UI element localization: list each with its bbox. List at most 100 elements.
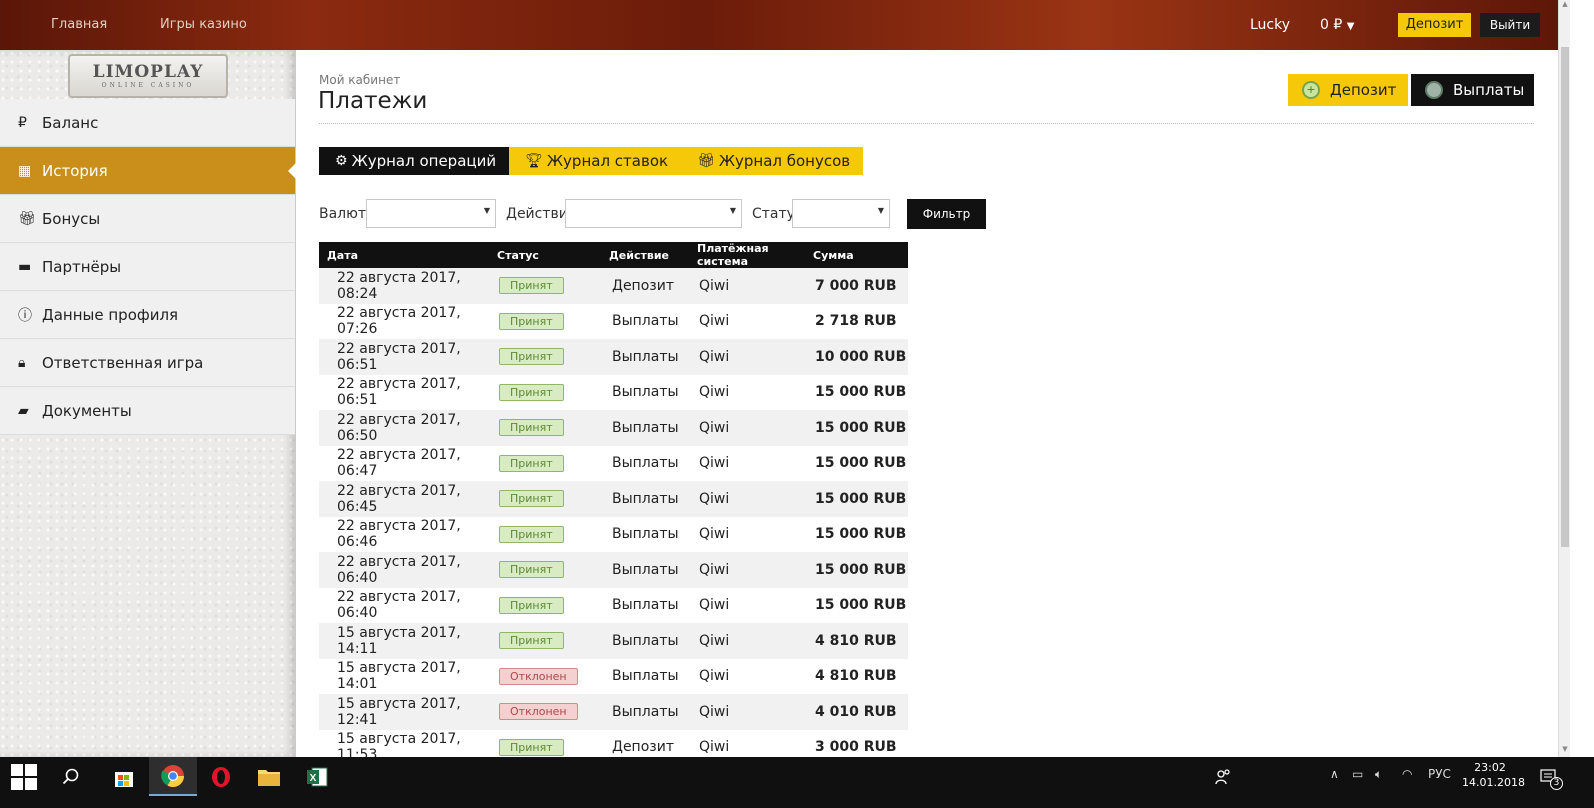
svg-text:X: X [310,773,317,784]
cell-payment-system: Qiwi [689,445,805,481]
top-deposit-button[interactable]: Депозит [1398,13,1471,37]
excel-icon[interactable]: X [293,757,341,796]
tab-label: Журнал ставок [546,152,669,170]
column-header-date[interactable]: Дата [319,242,489,268]
cell-amount: 15 000 RUB [805,374,908,410]
table-row: 22 августа 2017, 06:40 Принят Выплаты Qiwi 1… [319,587,908,623]
column-header-action[interactable]: Действие [601,242,689,268]
payout-button[interactable]: Выплаты [1411,74,1534,106]
battery-icon[interactable]: ▭ [1352,767,1363,781]
nav-casino-games-link[interactable]: Игры казино [160,17,247,32]
scrollbar-thumb[interactable] [1561,47,1569,547]
cell-status: Принят [489,587,601,623]
page-title: Платежи [318,88,428,114]
folder-icon: ▰ [18,402,29,419]
page-scrollbar[interactable]: ▲ ▼ [1558,0,1570,757]
logo-title: LIMOPLAY [92,62,204,82]
language-indicator[interactable]: РУС [1428,767,1451,781]
sidebar-item-label: Бонусы [42,209,101,228]
plus-coin-icon: + [1302,81,1320,99]
status-badge: Принят [499,490,564,508]
table-row: 22 августа 2017, 06:40 Принят Выплаты Qiwi 1… [319,552,908,588]
chevron-down-icon: ▼ [483,206,490,215]
balance-dropdown[interactable]: 0 ₽ ▼ [1320,17,1354,33]
cell-date: 15 августа 2017, 14:01 [319,658,489,694]
tab-bets[interactable]: 🏆︎ Журнал ставок [509,147,682,175]
file-explorer-icon[interactable] [245,757,293,796]
column-header-amount[interactable]: Сумма [805,242,908,268]
search-icon[interactable] [56,757,86,796]
deposit-button[interactable]: + Депозит [1288,74,1408,106]
column-header-status[interactable]: Статус [489,242,601,268]
chevron-up-icon[interactable]: ∧ [1330,767,1339,781]
cell-amount: 10 000 RUB [805,339,908,375]
cell-date: 22 августа 2017, 06:40 [319,552,489,588]
cell-payment-system: Qiwi [689,694,805,730]
window-edge [1570,0,1594,757]
username[interactable]: Lucky [1250,17,1290,33]
breadcrumb[interactable]: Мой кабинет [319,73,400,87]
notification-count: 3 [1550,777,1563,790]
chrome-icon[interactable] [149,757,197,796]
cell-amount: 4 010 RUB [805,694,908,730]
cell-date: 22 августа 2017, 06:40 [319,587,489,623]
cell-date: 15 августа 2017, 12:41 [319,694,489,730]
windows-start-icon[interactable] [10,757,38,796]
clock-date: 14.01.2018 [1462,776,1525,789]
cell-status: Принят [489,339,601,375]
table-row: 22 августа 2017, 08:24 Принят Депозит Qiwi 7… [319,268,908,304]
sidebar-item-documents[interactable]: ▰ Документы [0,387,295,435]
sidebar-item-profile[interactable]: ⓘ Данные профиля [0,291,295,339]
table-row: 15 августа 2017, 12:41 Отклонен Выплаты Qiw… [319,694,908,730]
logout-button[interactable]: Выйти [1480,13,1540,37]
cell-date: 22 августа 2017, 06:47 [319,445,489,481]
people-icon[interactable] [1210,757,1236,796]
coins-icon [1425,81,1443,99]
column-header-system[interactable]: Платёжная система [689,242,805,268]
gear-icon: ⚙ [335,153,348,169]
volume-icon[interactable]: 🔈︎ [1375,767,1382,782]
filter-button[interactable]: Фильтр [907,199,986,229]
windows-taskbar: X ∧ ▭ 🔈︎ ◠ РУС 23:02 14.01.2018 3 [0,757,1594,808]
payments-table: Дата Статус Действие Платёжная система С… [319,242,908,765]
sidebar-item-partners[interactable]: ▬ Партнёры [0,243,295,291]
table-row: 22 августа 2017, 06:51 Принят Выплаты Qiwi 1… [319,374,908,410]
cell-date: 22 августа 2017, 06:51 [319,339,489,375]
sidebar-item-bonuses[interactable]: 🎁︎ Бонусы [0,195,295,243]
cell-status: Принят [489,481,601,517]
nav-home-link[interactable]: Главная [51,17,107,32]
tab-operations[interactable]: ⚙ Журнал операций [319,147,510,175]
store-icon[interactable] [100,757,148,796]
currency-select[interactable]: ▼ [366,199,496,228]
status-badge: Принят [499,596,564,614]
table-header-row: Дата Статус Действие Платёжная система С… [319,242,908,268]
limoplay-logo[interactable]: LIMOPLAY ONLINE CASINO [68,54,228,98]
logo-subtitle: ONLINE CASINO [101,82,195,89]
sidebar-item-balance[interactable]: ₽ Баланс [0,99,295,147]
status-select[interactable]: ▼ [792,199,890,228]
cell-status: Принят [489,410,601,446]
tab-bonuses[interactable]: 🎁︎ Журнал бонусов [681,147,864,175]
cell-amount: 4 810 RUB [805,623,908,659]
notifications-icon[interactable]: 3 [1538,757,1563,796]
calendar-icon: ▦ [18,162,32,179]
table-row: 22 августа 2017, 06:46 Принят Выплаты Qiwi 1… [319,516,908,552]
action-select[interactable]: ▼ [565,199,742,228]
wifi-icon[interactable]: ◠ [1402,767,1412,781]
cell-date: 22 августа 2017, 06:50 [319,410,489,446]
journal-tabs: ⚙ Журнал операций 🏆︎ Журнал ставок 🎁︎ Жу… [319,147,864,175]
cell-status: Принят [489,552,601,588]
sidebar-item-history[interactable]: ▦ История [0,147,296,195]
cell-date: 22 августа 2017, 06:51 [319,374,489,410]
sidebar-item-responsible-gaming[interactable]: 🔒︎ Ответственная игра [0,339,295,387]
clock[interactable]: 23:02 14.01.2018 [1462,760,1525,790]
status-badge: Принят [499,525,564,543]
status-badge: Принят [499,561,564,579]
cell-action: Депозит [601,268,689,304]
cell-action: Выплаты [601,623,689,659]
opera-icon[interactable] [197,757,245,796]
cell-action: Выплаты [601,481,689,517]
table-row: 22 августа 2017, 06:50 Принят Выплаты Qiwi 1… [319,410,908,446]
cell-payment-system: Qiwi [689,587,805,623]
cell-amount: 15 000 RUB [805,410,908,446]
